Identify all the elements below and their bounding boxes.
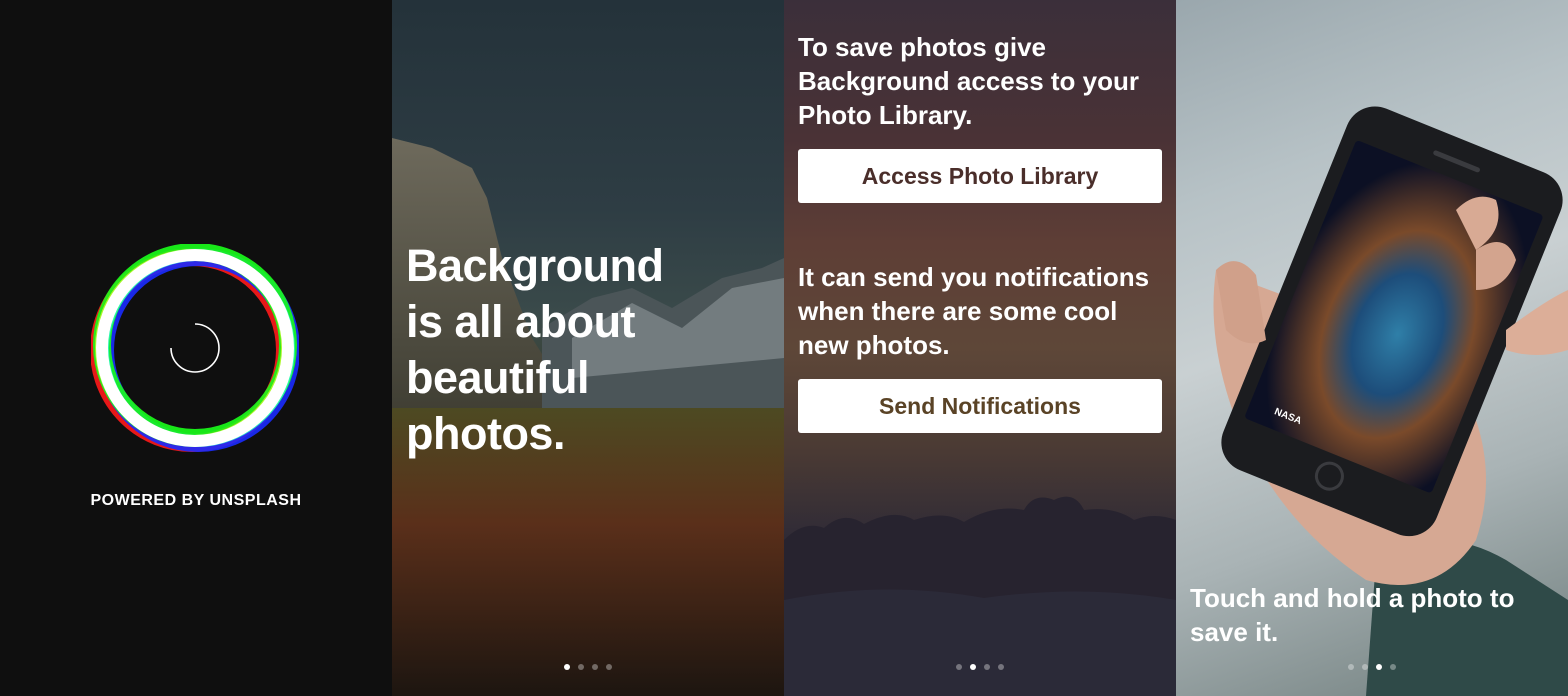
save-caption: Touch and hold a photo to save it. — [1190, 583, 1515, 647]
page-dot-1[interactable] — [564, 664, 570, 670]
page-dot-4[interactable] — [1390, 664, 1396, 670]
permissions-screen: To save photos give Background access to… — [784, 0, 1176, 696]
page-indicator[interactable] — [392, 664, 784, 670]
page-indicator[interactable] — [1176, 664, 1568, 670]
page-dot-1[interactable] — [956, 664, 962, 670]
page-dot-3[interactable] — [1376, 664, 1382, 670]
page-indicator[interactable] — [784, 664, 1176, 670]
page-dot-3[interactable] — [592, 664, 598, 670]
page-dot-2[interactable] — [1362, 664, 1368, 670]
headline-line: is all about — [406, 296, 636, 347]
intro-screen: Background is all about beautiful photos… — [392, 0, 784, 696]
save-tutorial-screen: NASA Touch and hold a photo to save it. — [1176, 0, 1568, 696]
page-dot-2[interactable] — [578, 664, 584, 670]
send-notifications-button[interactable]: Send Notifications — [798, 379, 1162, 433]
photo-permission-text: To save photos give Background access to… — [798, 32, 1139, 130]
page-dot-2[interactable] — [970, 664, 976, 670]
page-dot-4[interactable] — [998, 664, 1004, 670]
splash-screen: POWERED BY UNSPLASH — [0, 0, 392, 696]
loading-ring-icon — [90, 243, 300, 452]
page-dot-4[interactable] — [606, 664, 612, 670]
page-dot-1[interactable] — [1348, 664, 1354, 670]
notification-permission-text: It can send you notifications when there… — [798, 262, 1150, 360]
headline-line: beautiful — [406, 352, 590, 403]
access-photo-library-button[interactable]: Access Photo Library — [798, 149, 1162, 203]
page-dot-3[interactable] — [984, 664, 990, 670]
headline-line: Background — [406, 240, 664, 291]
powered-by-label: POWERED BY UNSPLASH — [90, 492, 302, 509]
intro-headline: Background is all about beautiful photos… — [406, 238, 706, 462]
headline-line: photos. — [406, 408, 565, 459]
